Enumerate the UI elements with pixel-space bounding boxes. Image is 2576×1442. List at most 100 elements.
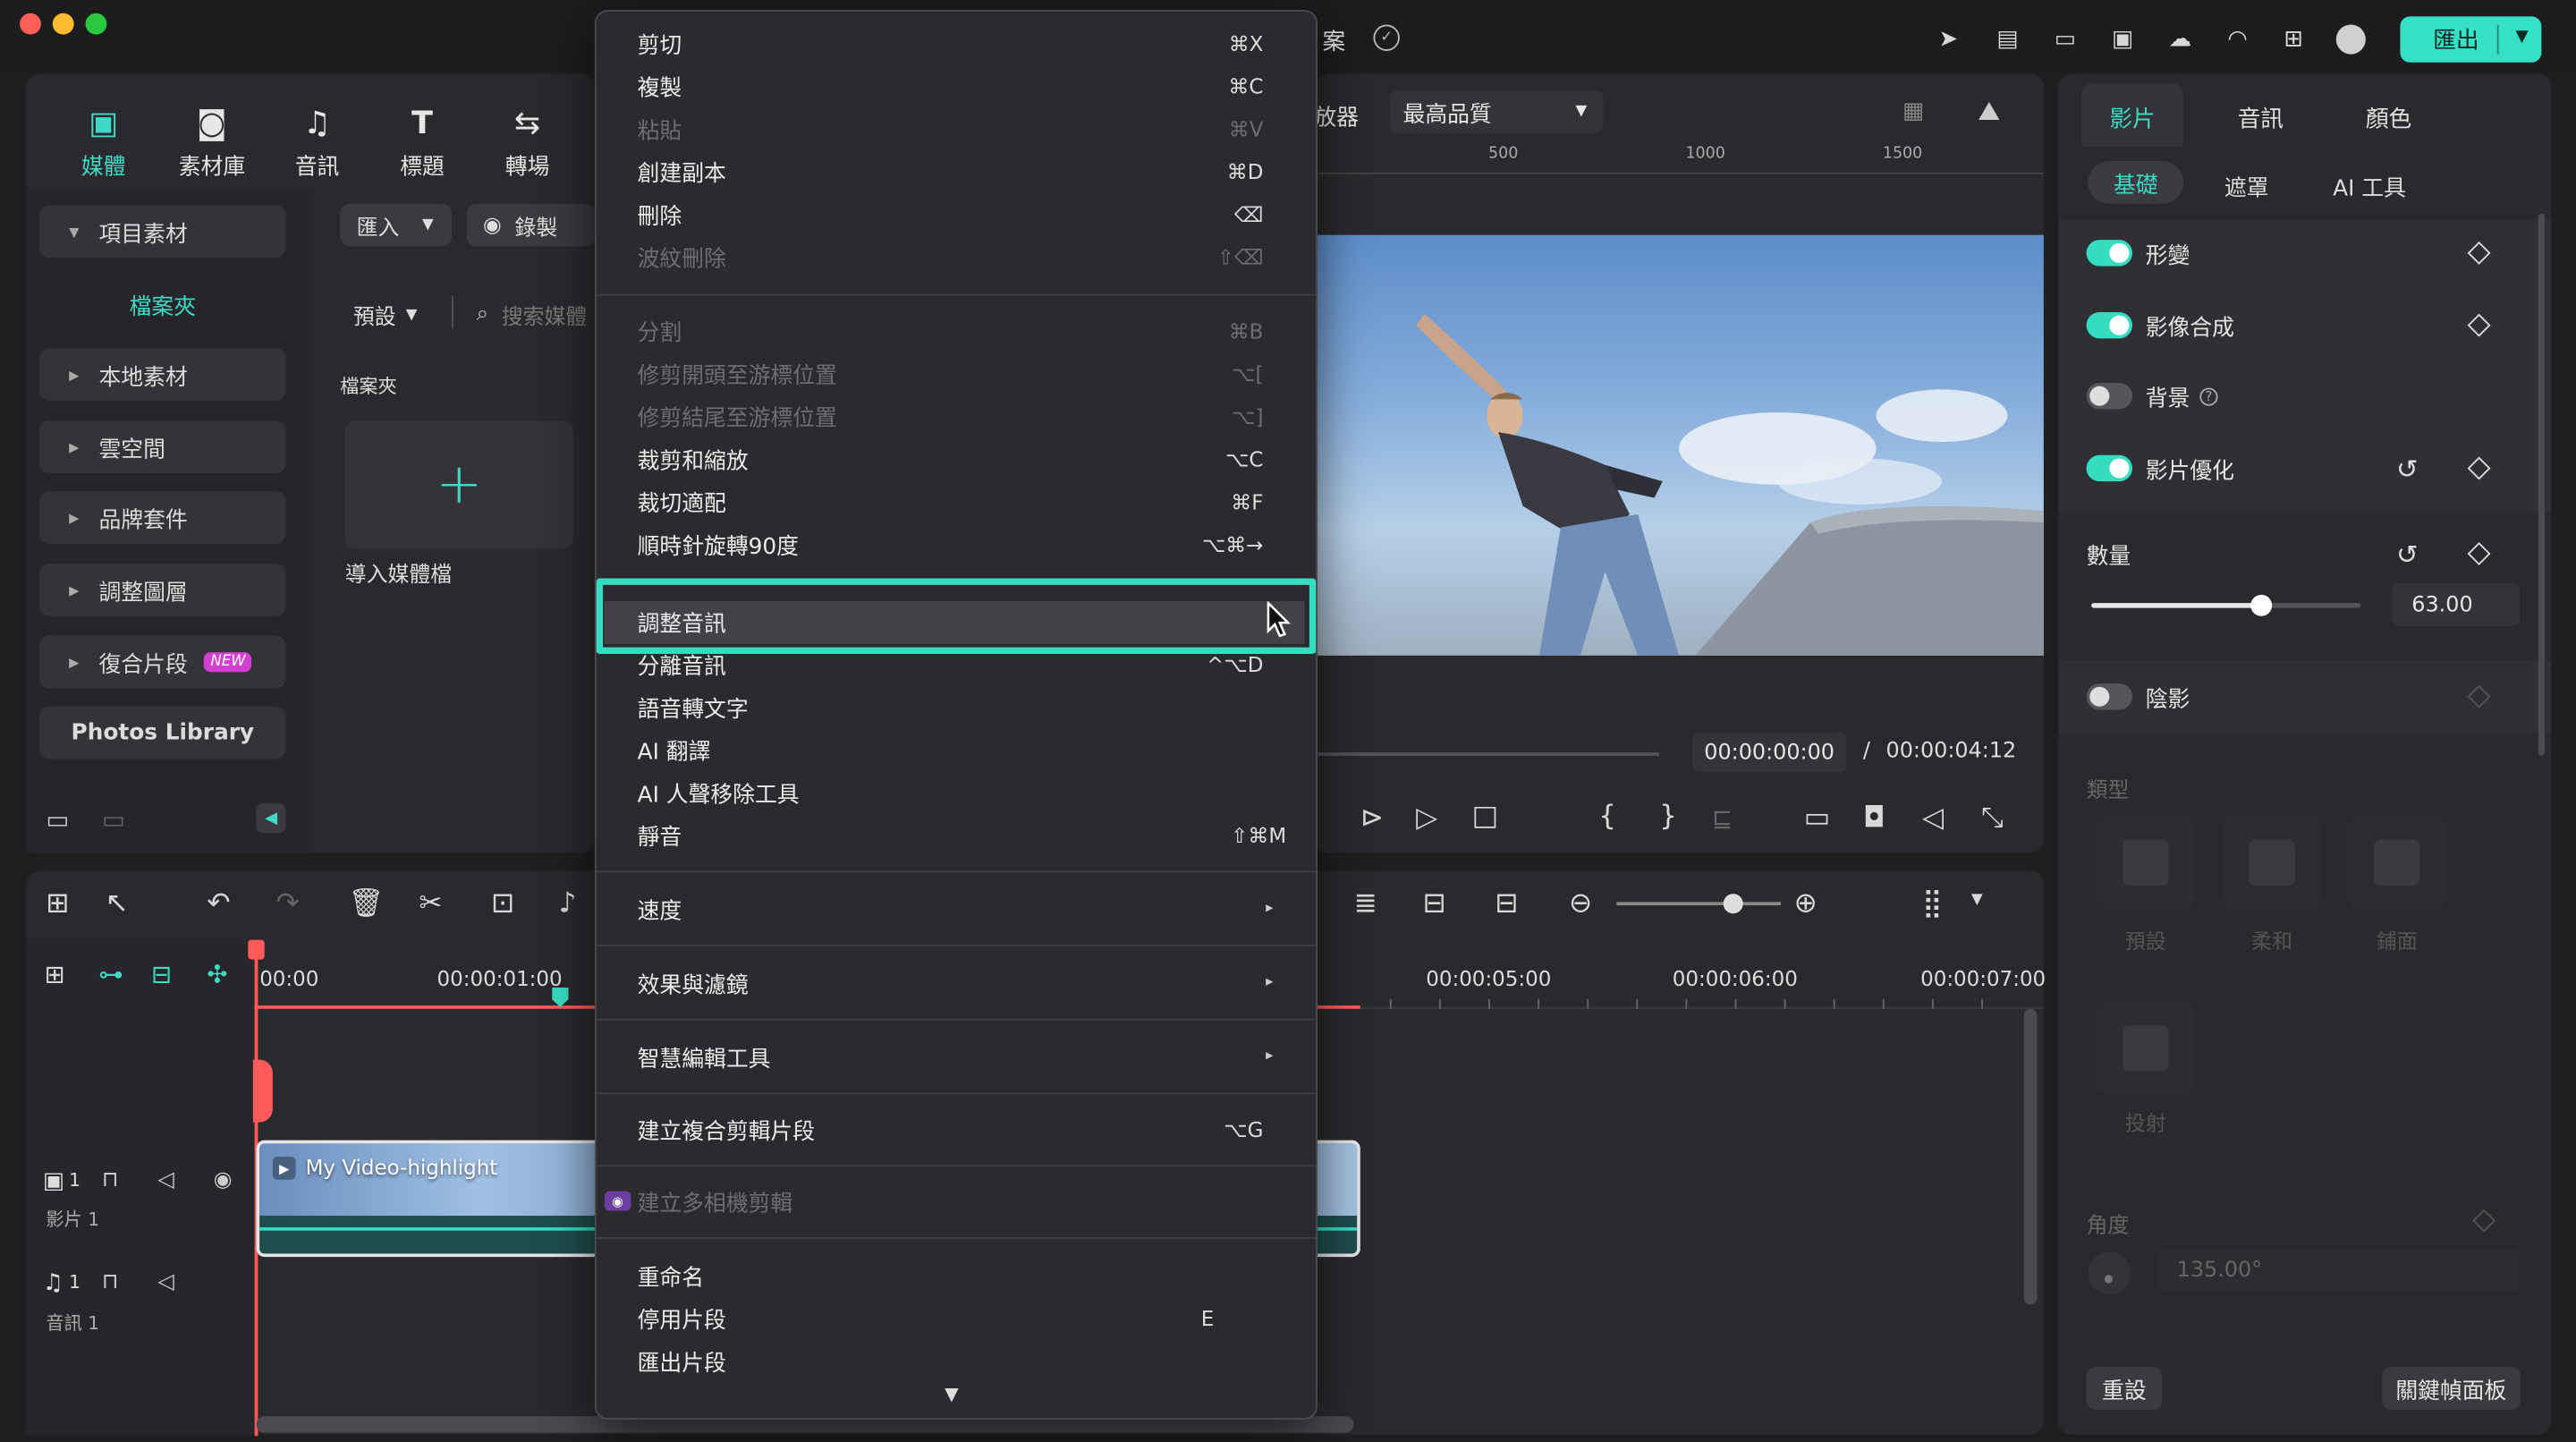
sidebar-item-cloud[interactable]: ▶ 雲空間 — [39, 420, 286, 473]
amount-slider[interactable] — [2091, 594, 2361, 616]
shadow-type-projection[interactable] — [2096, 1002, 2195, 1095]
menu-item-ripple-delete[interactable]: 波紋刪除 ⇧⌫ — [638, 236, 1286, 276]
close-window-button[interactable] — [20, 13, 41, 35]
sidebar-item-adjustment-layer[interactable]: ▶ 調整圖層 — [39, 563, 286, 616]
layout-grid-icon[interactable]: ⊞ — [46, 887, 69, 920]
enhance-toggle[interactable] — [2086, 454, 2133, 482]
new-folder-icon[interactable]: ▭ — [46, 805, 69, 835]
transform-row[interactable]: 形變 — [2086, 233, 2514, 273]
stop-icon[interactable]: □ — [1472, 800, 1499, 833]
grid-apps-icon[interactable]: ⊞ — [2277, 23, 2310, 56]
sidebar-item-local[interactable]: ▶ 本地素材 — [39, 348, 286, 402]
menu-item-speed[interactable]: 速度 ▸ — [638, 889, 1286, 929]
tab-audio[interactable]: ♫ 音訊 — [271, 106, 363, 181]
angle-input[interactable]: 135.00° — [2157, 1248, 2521, 1292]
keyframe-diamond-icon[interactable] — [2467, 313, 2491, 337]
menu-item-disable-clip[interactable]: 停用片段 E — [638, 1298, 1286, 1337]
menu-item-copy[interactable]: 複製 ⌘C — [638, 65, 1286, 105]
menu-item-speech-to-text[interactable]: 語音轉文字 — [638, 687, 1286, 726]
menu-item-ai-translate[interactable]: AI 翻譯 — [638, 729, 1286, 768]
zoom-out-icon[interactable]: ⊖ — [1569, 887, 1592, 920]
select-tool-icon[interactable]: ↖ — [106, 887, 129, 920]
collapse-sidebar-button[interactable]: ◀ — [256, 803, 286, 834]
compositing-toggle[interactable] — [2086, 311, 2133, 339]
keyframe-diamond-icon[interactable] — [2467, 456, 2491, 480]
play-icon[interactable]: ▷ — [1416, 802, 1437, 835]
shadow-type-tile[interactable] — [2347, 816, 2446, 909]
lock-icon[interactable]: ⊓ — [102, 1270, 119, 1295]
playback-progress-track[interactable] — [1318, 752, 1660, 756]
tab-titles[interactable]: T 標題 — [377, 106, 469, 181]
menu-item-paste[interactable]: 粘貼 ⌘V — [638, 108, 1286, 148]
magnetic-icon[interactable]: ⊟ — [151, 960, 172, 989]
menu-item-mute[interactable]: 靜音 ⇧⌘M — [638, 815, 1286, 854]
tab-audio-props[interactable]: 音訊 — [2238, 102, 2284, 135]
lock-icon[interactable]: ⊓ — [102, 1168, 119, 1193]
timeline-zoom-slider[interactable] — [1616, 894, 1781, 914]
fit-icon[interactable]: ⊟ — [1495, 887, 1518, 920]
sidebar-item-brand-kit[interactable]: ▶ 品牌套件 — [39, 491, 286, 544]
shadow-toggle[interactable] — [2086, 683, 2133, 710]
image-snapshot-icon[interactable]: ⛰ — [1978, 96, 2000, 129]
speaker-icon[interactable]: ◁ — [157, 1270, 174, 1295]
subtab-mask[interactable]: 遮罩 — [2224, 169, 2269, 202]
save-icon[interactable]: ▣ — [2106, 23, 2140, 56]
link-icon[interactable]: ⊶ — [98, 960, 123, 989]
keyframe-panel-button[interactable]: 關鍵幀面板 — [2382, 1367, 2521, 1410]
angle-dial[interactable] — [2088, 1251, 2131, 1295]
shadow-type-default[interactable] — [2096, 816, 2195, 909]
delete-icon[interactable]: 🗑 — [348, 887, 384, 920]
scissors-icon[interactable]: ✂ — [419, 887, 442, 920]
menu-item-effects-filters[interactable]: 效果與濾鏡 ▸ — [638, 963, 1286, 1002]
display-icon[interactable]: ▭ — [1804, 802, 1831, 835]
menu-item-cut[interactable]: 剪切 ⌘X — [638, 23, 1286, 63]
tab-transitions[interactable]: ⇆ 轉場 — [481, 106, 573, 181]
background-toggle[interactable] — [2086, 382, 2133, 410]
audio-list-icon[interactable]: ≣ — [1353, 887, 1377, 920]
menu-item-rename[interactable]: 重命名 — [638, 1255, 1286, 1294]
chevron-down-icon[interactable]: ▼ — [2516, 28, 2529, 46]
tab-media[interactable]: ▣ 媒體 — [57, 106, 149, 181]
audio-tool-icon[interactable]: ♪ — [558, 887, 576, 920]
grid-view-icon[interactable]: ▦ — [1902, 98, 1924, 124]
playhead-grip[interactable] — [252, 1059, 273, 1123]
menu-item-export-clip[interactable]: 匯出片段 — [638, 1341, 1286, 1380]
insert-icon[interactable]: ⊑ — [1712, 803, 1733, 833]
fullscreen-icon[interactable]: ⤡ — [1981, 802, 2004, 835]
menu-item-rotate-90[interactable]: 順時針旋轉90度 ⌥⌘→ — [638, 524, 1286, 564]
reset-icon[interactable]: ↺ — [2396, 453, 2419, 484]
minimize-window-button[interactable] — [52, 13, 74, 35]
sidebar-item-photos-library[interactable]: Photos Library — [39, 706, 286, 759]
tab-color[interactable]: 顏色 — [2366, 102, 2411, 135]
sort-default-dropdown[interactable]: 預設 ▼ — [353, 299, 418, 331]
sidebar-item-folder[interactable]: 檔案夾 — [39, 279, 286, 328]
reset-button[interactable]: 重設 — [2086, 1367, 2163, 1410]
send-icon[interactable]: ➤ — [1932, 23, 1965, 56]
import-dropdown[interactable]: 匯入 ▼ — [340, 203, 453, 247]
menu-item-create-multicam[interactable]: 建立多相機剪輯 — [638, 1182, 1286, 1221]
task-list-icon[interactable]: ▤ — [1991, 23, 2024, 56]
menu-item-ai-vocal-remover[interactable]: AI 人聲移除工具 — [638, 772, 1286, 811]
eye-icon[interactable]: ◉ — [214, 1168, 233, 1193]
compositing-row[interactable]: 影像合成 — [2086, 306, 2514, 345]
subtab-basic[interactable]: 基礎 — [2088, 160, 2183, 204]
headset-icon[interactable]: ◠ — [2221, 23, 2254, 56]
redo-icon[interactable]: ↷ — [276, 887, 300, 920]
preview-render-icon[interactable]: ⊟ — [1423, 887, 1446, 920]
menu-item-trim-end[interactable]: 修剪結尾至游標位置 ⌥] — [638, 396, 1286, 436]
enhance-row[interactable]: 影片優化 ↺ — [2086, 448, 2514, 488]
export-button[interactable]: 匯出 ▼ — [2400, 16, 2542, 63]
background-row[interactable]: 背景? — [2086, 377, 2514, 416]
zoom-slider-thumb[interactable] — [1723, 894, 1743, 914]
zoom-window-button[interactable] — [85, 13, 107, 35]
zoom-in-icon[interactable]: ⊕ — [1794, 887, 1818, 920]
speaker-icon[interactable]: ◁ — [157, 1168, 174, 1193]
chevron-down-icon[interactable]: ▼ — [1971, 892, 1983, 908]
crop-icon[interactable]: ⊡ — [491, 887, 514, 920]
playhead-handle[interactable] — [248, 939, 265, 960]
reset-icon[interactable]: ↺ — [2396, 539, 2419, 570]
delete-folder-icon[interactable]: ▭ — [102, 805, 125, 835]
sidebar-item-compound-clip[interactable]: ▶ 復合片段 NEW — [39, 635, 286, 689]
menu-scroll-down-arrow[interactable]: ▼ — [945, 1384, 959, 1405]
amount-input[interactable]: 63.00 — [2392, 583, 2521, 626]
